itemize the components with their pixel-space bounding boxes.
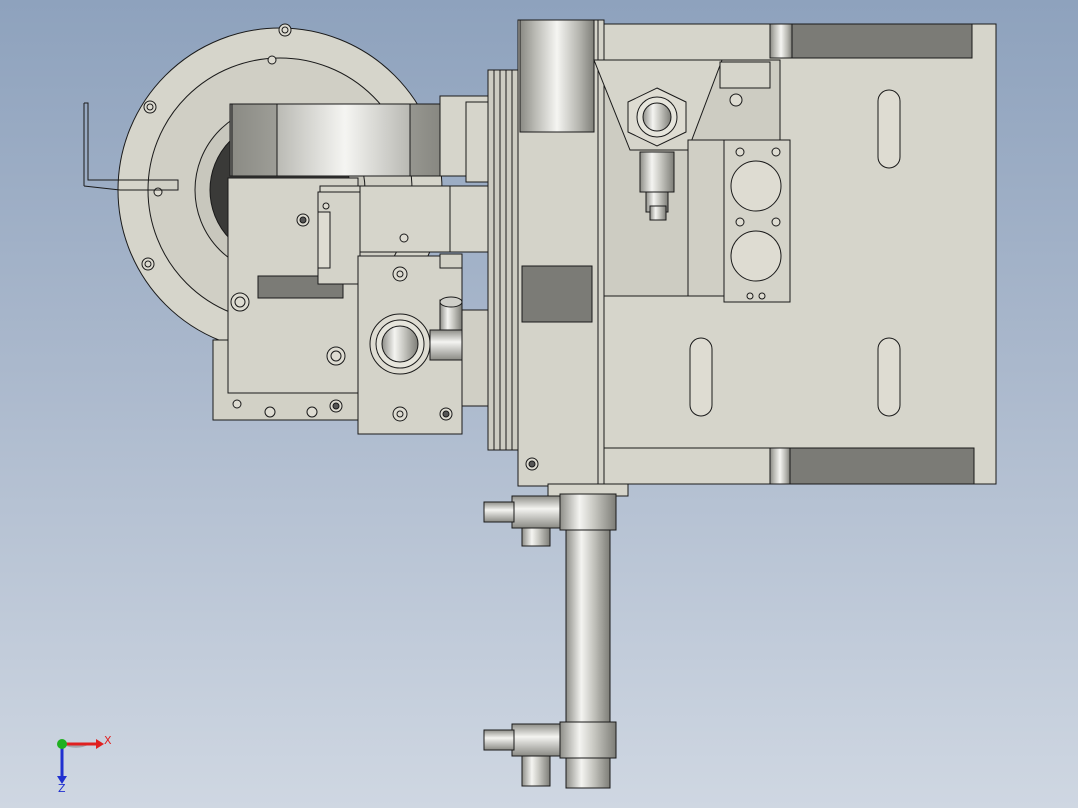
valve-block (357, 253, 505, 435)
y-axis-dot (57, 739, 67, 749)
axis-triad: X Z (57, 734, 112, 795)
bracket-block (723, 139, 791, 303)
x-axis-label: X (104, 734, 112, 747)
cad-viewport[interactable]: X Z (0, 0, 1078, 808)
upper-roller (229, 95, 491, 177)
main-plate (517, 19, 615, 487)
z-axis-label: Z (58, 782, 66, 795)
bottom-cylinder (483, 483, 629, 789)
